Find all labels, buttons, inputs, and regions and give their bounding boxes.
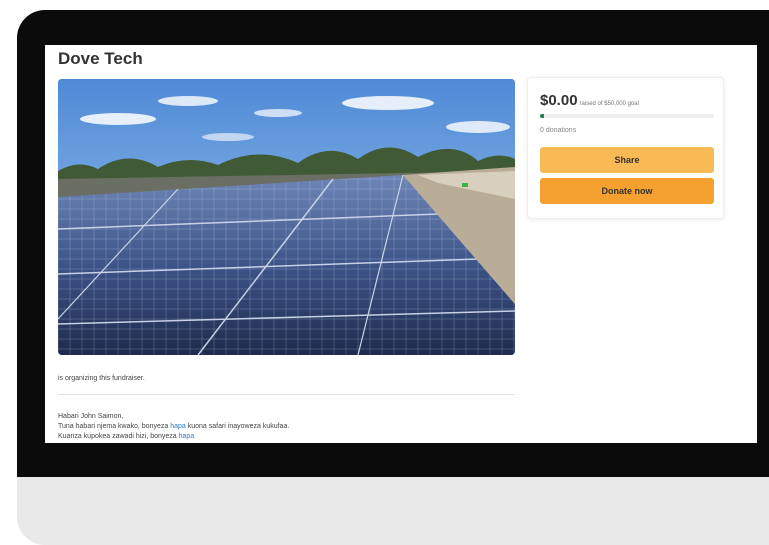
story-line: Tuna habari njema kwako, bonyeza hapa ku… [58,422,289,432]
goal-text: raised of $50,000 goal [579,101,639,107]
monitor-bezel: Dove Tech is organizing this fundraiser.… [17,10,769,477]
browser-screen: Dove Tech is organizing this fundraiser.… [45,45,757,443]
progress-fill [540,114,544,118]
story-text-segment: Tuna habari njema kwako, bonyeza [58,423,171,430]
story-text-segment: Kuanza kupokea zawadi hizi, bonyeza [58,433,179,440]
amount-value: $0.00 [540,92,578,109]
progress-bar [540,114,714,118]
donations-count: 0 donations [540,127,577,134]
story-link[interactable]: hapa [179,433,195,440]
solar-panels-photo [58,79,515,355]
share-button[interactable]: Share [540,147,714,173]
donate-now-button[interactable]: Donate now [540,178,714,204]
story-text: Habari John Saimon, Tuna habari njema kw… [58,412,289,442]
organizer-text: is organizing this fundraiser. [58,375,145,382]
device-frame: Dove Tech is organizing this fundraiser.… [17,10,769,545]
page-title: Dove Tech [58,49,143,68]
hero-image [58,79,515,355]
divider [58,394,515,395]
amount-raised: $0.00 raised of $50,000 goal [540,92,639,110]
story-line: Habari John Saimon, [58,413,124,420]
story-text-segment: kuona safari inayoweza kukufaa. [185,423,290,430]
story-link[interactable]: hapa [170,423,186,430]
donation-card: $0.00 raised of $50,000 goal 0 donations … [527,77,724,219]
story-line: Kuanza kupokea zawadi hizi, bonyeza hapa [58,432,289,442]
